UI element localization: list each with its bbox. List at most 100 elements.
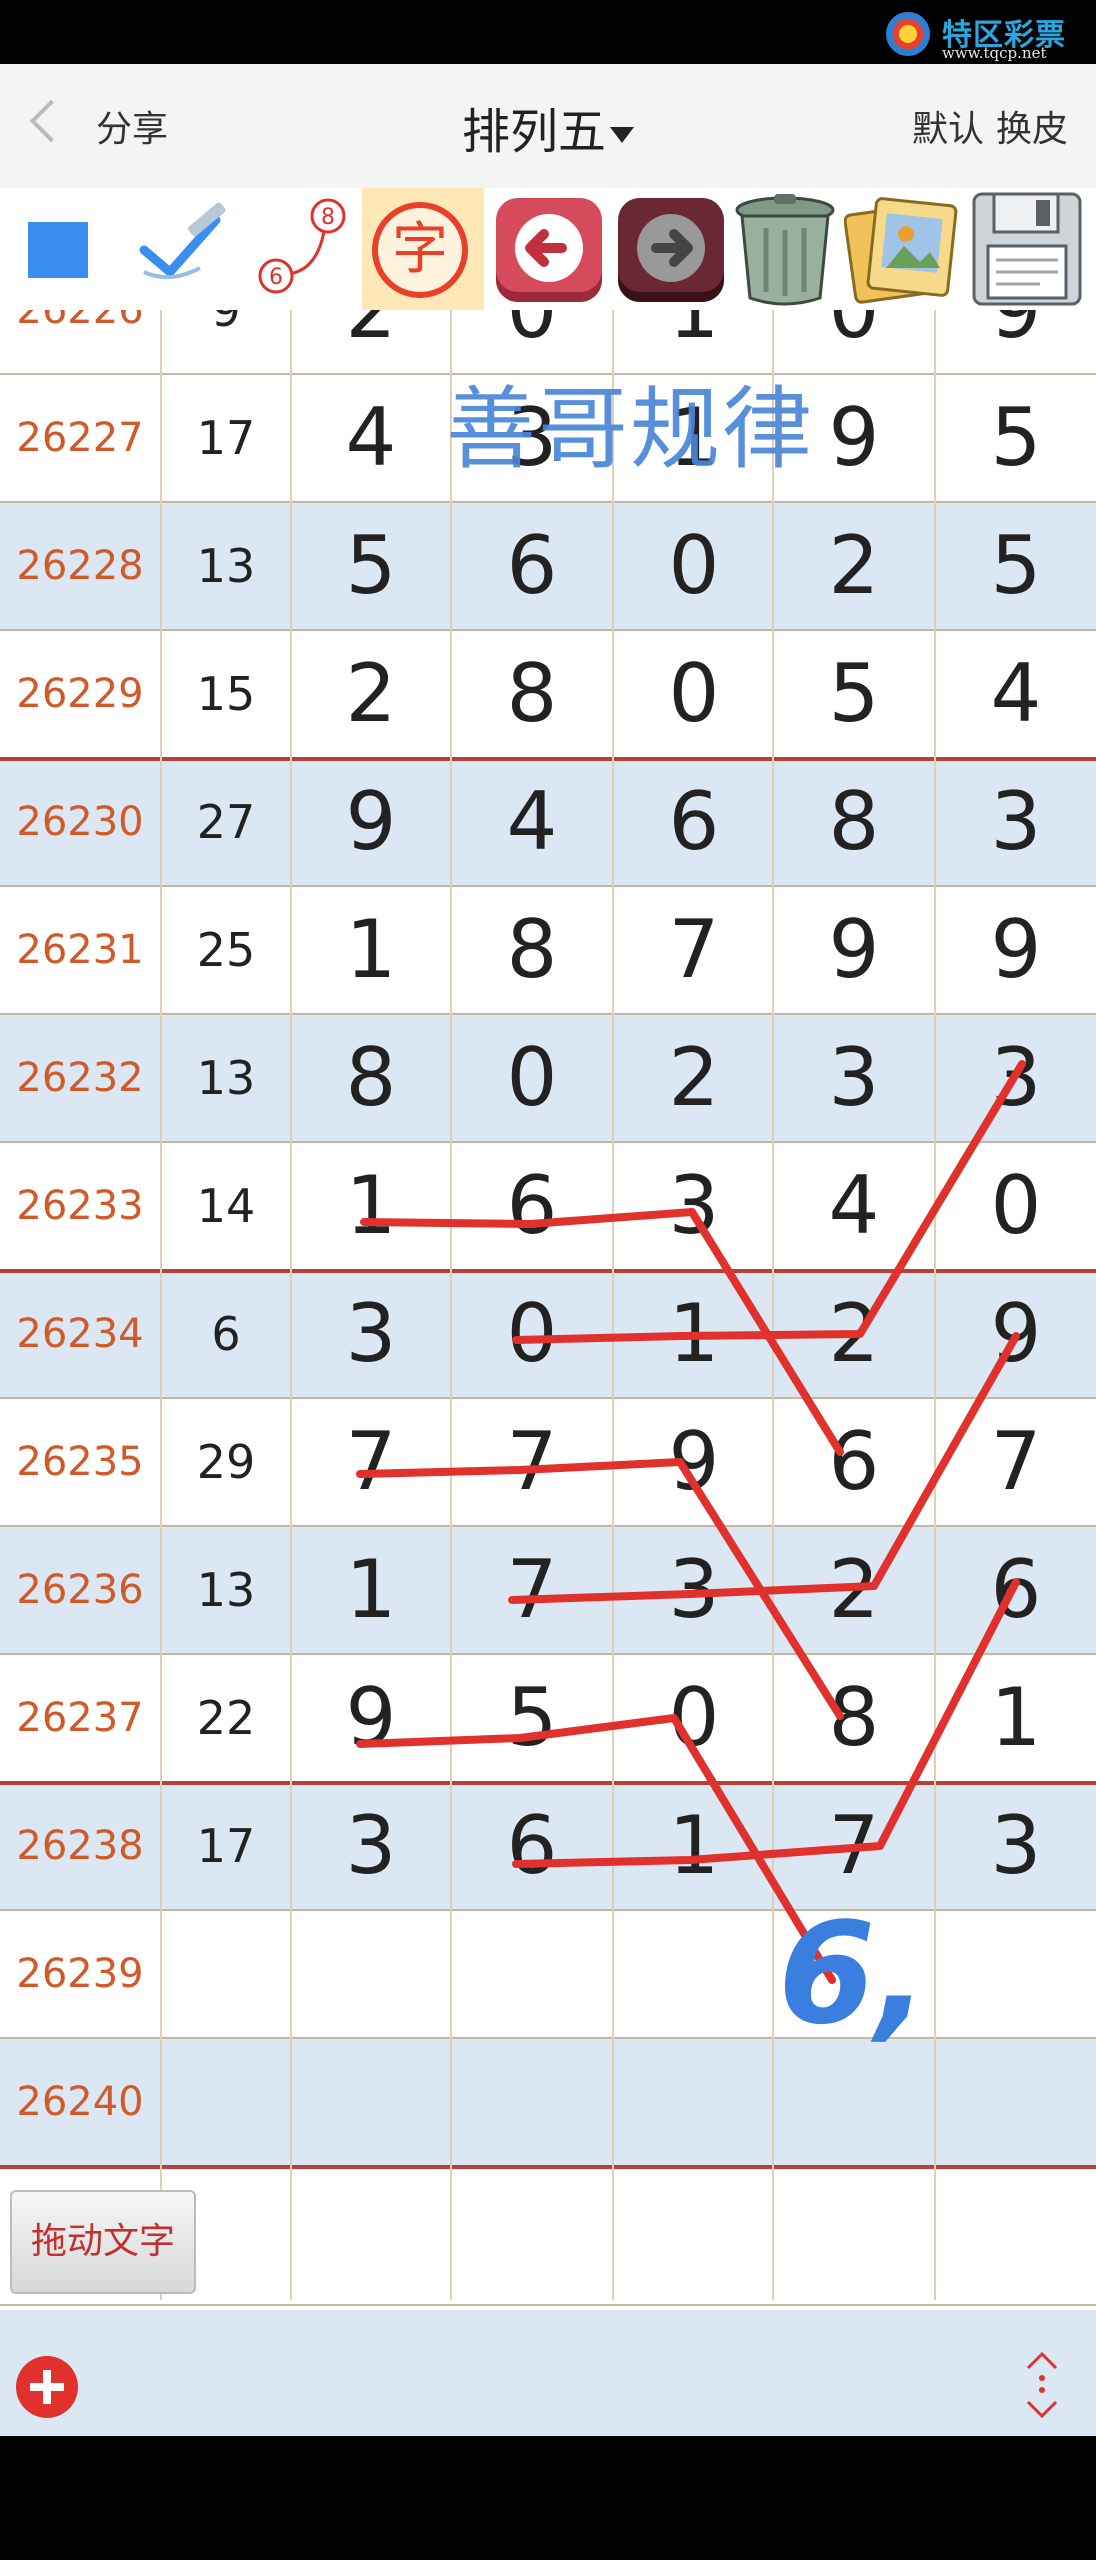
sum-cell: 17 — [196, 1819, 256, 1873]
expand-vertical-icon[interactable] — [1020, 2350, 1064, 2420]
photos-icon — [844, 197, 958, 304]
digit-cell — [452, 2038, 612, 2166]
table-row: 26239 — [0, 1910, 1096, 2038]
sum-cell: 25 — [196, 923, 256, 977]
digit-cell: 7 — [506, 1543, 558, 1636]
sum-cell: 22 — [196, 1691, 256, 1745]
digit-cell: 9 — [345, 775, 397, 868]
number-link-button[interactable]: 8 6 — [250, 188, 360, 310]
row-divider — [0, 1141, 1096, 1143]
table-row: 26231 25 1 8 7 9 9 — [0, 886, 1096, 1014]
column-divider — [290, 310, 292, 2300]
sum-cell: 15 — [196, 667, 256, 721]
digit-cell: 3 — [345, 1287, 397, 1380]
digit-cell: 3 — [990, 775, 1042, 868]
sum-cell: 17 — [196, 411, 256, 465]
digit-cell: 6 — [990, 1543, 1042, 1636]
text-tool-button[interactable]: 字 — [362, 188, 484, 310]
row-divider — [0, 1013, 1096, 1015]
pen-tool-button[interactable] — [130, 188, 250, 310]
overlay-title-text: 善哥规律 — [446, 377, 814, 482]
drag-text-button[interactable]: 拖动文字 — [10, 2190, 196, 2294]
sum-cell: 13 — [196, 1563, 256, 1617]
digit-cell: 6 — [506, 519, 558, 612]
undo-button[interactable] — [490, 188, 612, 310]
column-divider — [934, 310, 936, 2300]
watermark: 特区彩票网 www.tqcp.net — [886, 6, 1086, 97]
digit-cell: 2 — [292, 310, 450, 374]
digit-cell: 8 — [345, 1031, 397, 1124]
digit-cell: 2 — [668, 1031, 720, 1124]
table-row: 26229 15 2 8 0 5 4 — [0, 630, 1096, 758]
add-circle-icon[interactable] — [16, 2356, 78, 2418]
default-button[interactable]: 默认 — [912, 100, 984, 152]
save-button[interactable] — [970, 188, 1086, 310]
digit-cell: 6 — [506, 1159, 558, 1252]
digit-cell — [774, 1910, 934, 2038]
results-sheet[interactable]: 26226 9 2 0 1 0 9 2622717431952622813560… — [0, 310, 1096, 2310]
table-row: 26238 17 3 6 1 7 3 — [0, 1782, 1096, 1910]
table-row: 26240 — [0, 2038, 1096, 2166]
digit-cell: 0 — [668, 647, 720, 740]
sum-cell: 29 — [196, 1435, 256, 1489]
digit-cell — [936, 2038, 1096, 2166]
issue-cell: 26231 — [16, 927, 144, 973]
digit-cell — [292, 2038, 450, 2166]
digit-cell: 3 — [668, 1543, 720, 1636]
digit-cell: 0 — [668, 1671, 720, 1764]
digit-cell: 7 — [345, 1415, 397, 1508]
sum-cell: 14 — [196, 1179, 256, 1233]
digit-cell: 0 — [668, 519, 720, 612]
issue-cell: 26227 — [16, 415, 144, 461]
sum-cell: 27 — [196, 795, 256, 849]
bottom-bar — [0, 2310, 1096, 2436]
digit-cell: 1 — [345, 903, 397, 996]
watermark-logo-icon — [886, 12, 930, 56]
clear-button[interactable] — [728, 188, 842, 310]
digit-cell: 5 — [506, 1671, 558, 1764]
digit-cell: 2 — [828, 1543, 880, 1636]
digit-cell: 9 — [345, 1671, 397, 1764]
sum-cell — [162, 2038, 290, 2166]
digit-cell: 1 — [345, 1543, 397, 1636]
char-icon: 字 — [372, 202, 468, 298]
sum-cell: 6 — [211, 1307, 241, 1361]
group-divider — [0, 2165, 1096, 2169]
gallery-button[interactable] — [844, 188, 964, 310]
system-navigation-bar — [0, 2436, 1096, 2560]
digit-cell: 3 — [668, 1159, 720, 1252]
digit-cell: 1 — [668, 1287, 720, 1380]
digit-cell: 1 — [990, 1671, 1042, 1764]
row-divider — [0, 885, 1096, 887]
digit-cell: 5 — [990, 391, 1042, 484]
issue-cell: 26236 — [16, 1567, 144, 1613]
digit-cell: 5 — [828, 647, 880, 740]
digit-cell: 6 — [828, 1415, 880, 1508]
group-divider — [0, 1781, 1096, 1785]
digit-cell: 8 — [828, 775, 880, 868]
pen-check-icon — [139, 202, 226, 280]
redo-arrow-icon — [618, 198, 724, 302]
digit-cell: 8 — [828, 1671, 880, 1764]
digit-cell: 7 — [506, 1415, 558, 1508]
digit-cell: 0 — [990, 1159, 1042, 1252]
sum-cell: 13 — [196, 539, 256, 593]
issue-cell: 26232 — [16, 1055, 144, 1101]
issue-cell: 26234 — [16, 1311, 144, 1357]
redo-button[interactable] — [612, 188, 728, 310]
trash-icon — [735, 194, 835, 306]
issue-cell: 26233 — [16, 1183, 144, 1229]
issue-cell: 26230 — [16, 799, 144, 845]
number-link-icon: 8 6 — [258, 198, 346, 294]
row-divider — [0, 629, 1096, 631]
digit-cell: 2 — [828, 519, 880, 612]
table-row: 26237 22 9 5 0 8 1 — [0, 1654, 1096, 1782]
change-skin-button[interactable]: 换皮 — [996, 100, 1068, 152]
color-picker-button[interactable] — [0, 188, 120, 310]
digit-cell: 9 — [668, 1415, 720, 1508]
digit-cell: 0 — [506, 1287, 558, 1380]
table-row: 26234 6 3 0 1 2 9 — [0, 1270, 1096, 1398]
digit-cell: 3 — [828, 1031, 880, 1124]
issue-cell: 26229 — [16, 671, 144, 717]
row-divider — [0, 501, 1096, 503]
